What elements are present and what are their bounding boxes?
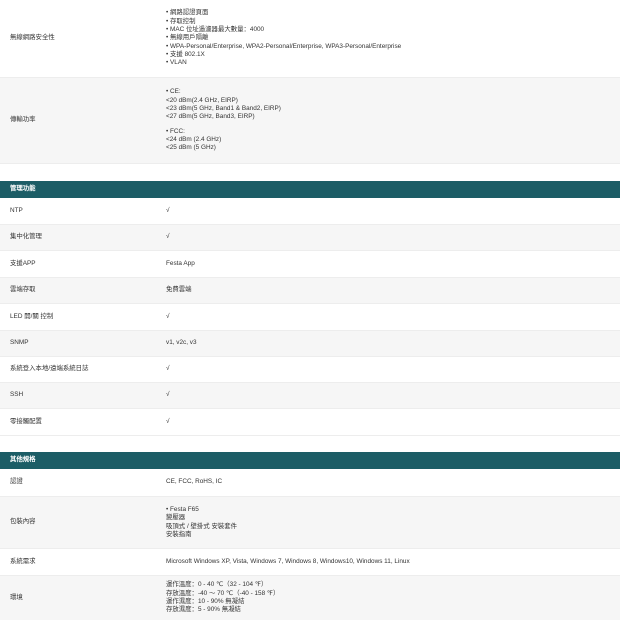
spec-value: Festa App: [166, 259, 195, 267]
spec-line: • MAC 位址過濾器最大數量：4000: [166, 26, 265, 33]
spec-label: 認證: [10, 478, 23, 486]
spec-value: v1, v2c, v3: [166, 339, 197, 347]
spec-row: 雲端存取 免費雲端: [0, 278, 620, 304]
spec-value: √: [166, 417, 170, 425]
spec-label: 雲端存取: [10, 286, 36, 294]
spec-value: √: [166, 206, 170, 214]
section-header-management: 管理功能: [0, 181, 620, 198]
spec-row: 支援APP Festa App: [0, 251, 620, 278]
spec-value: • 網路認證頁面 • 存取控制 • MAC 位址過濾器最大數量：4000 • 無…: [160, 9, 620, 67]
spec-value: 運作溫度：0 - 40 ℃（32 - 104 ℉） 存放溫度：-40 ～ 70 …: [160, 581, 620, 614]
spec-label: 零接觸配置: [10, 417, 42, 425]
spec-row-package: 包裝內容 • Festa F65 變壓器 吸頂式 / 壁掛式 安裝套件 安裝指南: [0, 497, 620, 549]
spec-row: 系統登入本地/遠端系統日誌 √: [0, 357, 620, 383]
spec-label: 系統登入本地/遠端系統日誌: [10, 365, 89, 373]
spec-line: • 無線用戶隔離: [166, 34, 209, 42]
spec-value: √: [166, 365, 170, 373]
spec-label: 系統需求: [10, 557, 36, 565]
spec-label: NTP: [10, 206, 23, 214]
spec-row-certification: 認證 CE, FCC, RoHS, IC: [0, 469, 620, 497]
spec-line: 運作溫度：0 - 40 ℃（32 - 104 ℉）: [166, 581, 268, 589]
spec-line: <20 dBm(2.4 GHz, EIRP): [166, 96, 238, 104]
spec-value: √: [166, 391, 170, 399]
spec-row: LED 開/關 控制 √: [0, 304, 620, 331]
spec-value: 免費雲端: [166, 286, 192, 294]
spec-label: SNMP: [10, 339, 29, 347]
spec-label: 集中化管理: [10, 233, 42, 241]
spec-line: 變壓器: [166, 514, 186, 522]
spec-line: • 網路認證頁面: [166, 9, 209, 17]
spec-row: SSH √: [0, 383, 620, 409]
spec-line: • WPA-Personal/Enterprise, WPA2-Personal…: [166, 42, 402, 50]
spec-value: • Festa F65 變壓器 吸頂式 / 壁掛式 安裝套件 安裝指南: [160, 506, 620, 539]
spec-line: • VLAN: [166, 59, 187, 67]
spec-value: Microsoft Windows XP, Vista, Windows 7, …: [166, 557, 410, 565]
spec-line: <23 dBm(5 GHz, Band1 & Band2, EIRP): [166, 105, 281, 112]
spec-value: CE, FCC, RoHS, IC: [166, 478, 223, 486]
spec-label: 包裝內容: [10, 518, 36, 526]
spec-line: • 存取控制: [166, 17, 196, 25]
spec-value: • CE: <20 dBm(2.4 GHz, EIRP) <23 dBm(5 G…: [160, 88, 620, 152]
spec-value: √: [166, 233, 170, 241]
spec-label: LED 開/關 控制: [10, 312, 54, 320]
spec-row: SNMP v1, v2c, v3: [0, 331, 620, 357]
spec-value: √: [166, 312, 170, 320]
section-header-other: 其他規格: [0, 452, 620, 469]
spec-line: • FCC:: [166, 127, 185, 135]
spec-line: 吸頂式 / 壁掛式 安裝套件: [166, 522, 238, 530]
spec-row: NTP √: [0, 198, 620, 225]
spec-line: <27 dBm(5 GHz, Band3, EIRP): [166, 113, 255, 121]
spec-label: 無線網路安全性: [10, 34, 55, 42]
spec-row-wireless-security: 無線網路安全性 • 網路認證頁面 • 存取控制 • MAC 位址過濾器最大數量：…: [0, 0, 620, 78]
spec-line: 安裝指南: [166, 530, 192, 538]
spec-row-environment: 環境 運作溫度：0 - 40 ℃（32 - 104 ℉） 存放溫度：-40 ～ …: [0, 576, 620, 620]
spec-row-tx-power: 傳輸功率 • CE: <20 dBm(2.4 GHz, EIRP) <23 dB…: [0, 78, 620, 164]
spec-label: 支援APP: [10, 259, 36, 267]
spec-line: <25 dBm (5 GHz): [166, 144, 216, 152]
spec-row-system: 系統需求 Microsoft Windows XP, Vista, Window…: [0, 549, 620, 576]
spec-line: 存放溫度：-40 ～ 70 ℃（-40 - 158 ℉）: [166, 589, 280, 597]
spec-line: 存放濕度：5 - 90% 無凝結: [166, 606, 241, 614]
spec-label: 環境: [10, 593, 23, 601]
spec-row: 零接觸配置 √: [0, 409, 620, 436]
spec-row: 集中化管理 √: [0, 225, 620, 251]
spec-label: 傳輸功率: [10, 116, 36, 124]
spec-line: • 支援 802.1X: [166, 50, 205, 58]
spec-label: SSH: [10, 391, 24, 399]
spec-line: <24 dBm (2.4 GHz): [166, 135, 222, 143]
spec-line: • Festa F65: [166, 505, 199, 513]
spec-line: • CE:: [166, 88, 181, 96]
